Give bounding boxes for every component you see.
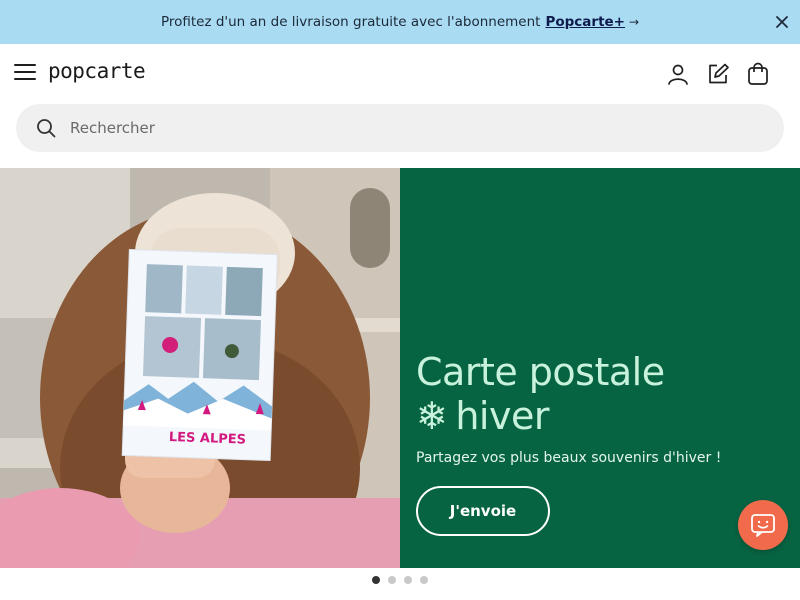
edit-icon[interactable]: [706, 62, 730, 86]
chat-button[interactable]: [738, 500, 788, 550]
carousel-dot[interactable]: [388, 576, 396, 584]
hero-photo: LES ALPES: [0, 168, 400, 568]
bag-icon[interactable]: [746, 62, 770, 86]
search-bar[interactable]: [16, 104, 784, 152]
carousel-dots: [0, 572, 800, 588]
search-icon: [37, 119, 56, 138]
carousel-dot[interactable]: [404, 576, 412, 584]
search-input[interactable]: [70, 119, 710, 137]
menu-icon[interactable]: [14, 64, 36, 82]
card-caption: LES ALPES: [169, 430, 247, 448]
hero-subtitle: Partagez vos plus beaux souvenirs d'hive…: [416, 450, 722, 466]
chat-icon: [751, 514, 775, 537]
user-icon[interactable]: [666, 62, 690, 86]
hero-title: Carte postale ❄ hiver: [416, 350, 665, 438]
carousel-dot[interactable]: [372, 576, 380, 584]
hero-panel: Carte postale ❄ hiver Partagez vos plus b…: [400, 168, 800, 568]
promo-banner: Profitez d'un an de livraison gratuite a…: [0, 0, 800, 44]
close-icon[interactable]: [772, 12, 792, 32]
snowflake-icon: ❄: [416, 394, 448, 438]
hero-banner: LES ALPES Carte postale ❄ hiver Partagez …: [0, 168, 800, 568]
carousel-dot[interactable]: [420, 576, 428, 584]
site-header: popcarte: [0, 44, 800, 104]
popcarte-plus-link[interactable]: Popcarte+: [545, 14, 625, 30]
send-button[interactable]: J'envoie: [416, 486, 550, 536]
hero-photo-illustration: LES ALPES: [0, 168, 400, 568]
arrow-right-icon: →: [629, 15, 640, 29]
promo-text: Profitez d'un an de livraison gratuite a…: [160, 14, 541, 30]
logo[interactable]: popcarte: [48, 59, 146, 83]
hero-title-line2: hiver: [455, 394, 549, 438]
hero-title-line1: Carte postale: [416, 350, 665, 394]
